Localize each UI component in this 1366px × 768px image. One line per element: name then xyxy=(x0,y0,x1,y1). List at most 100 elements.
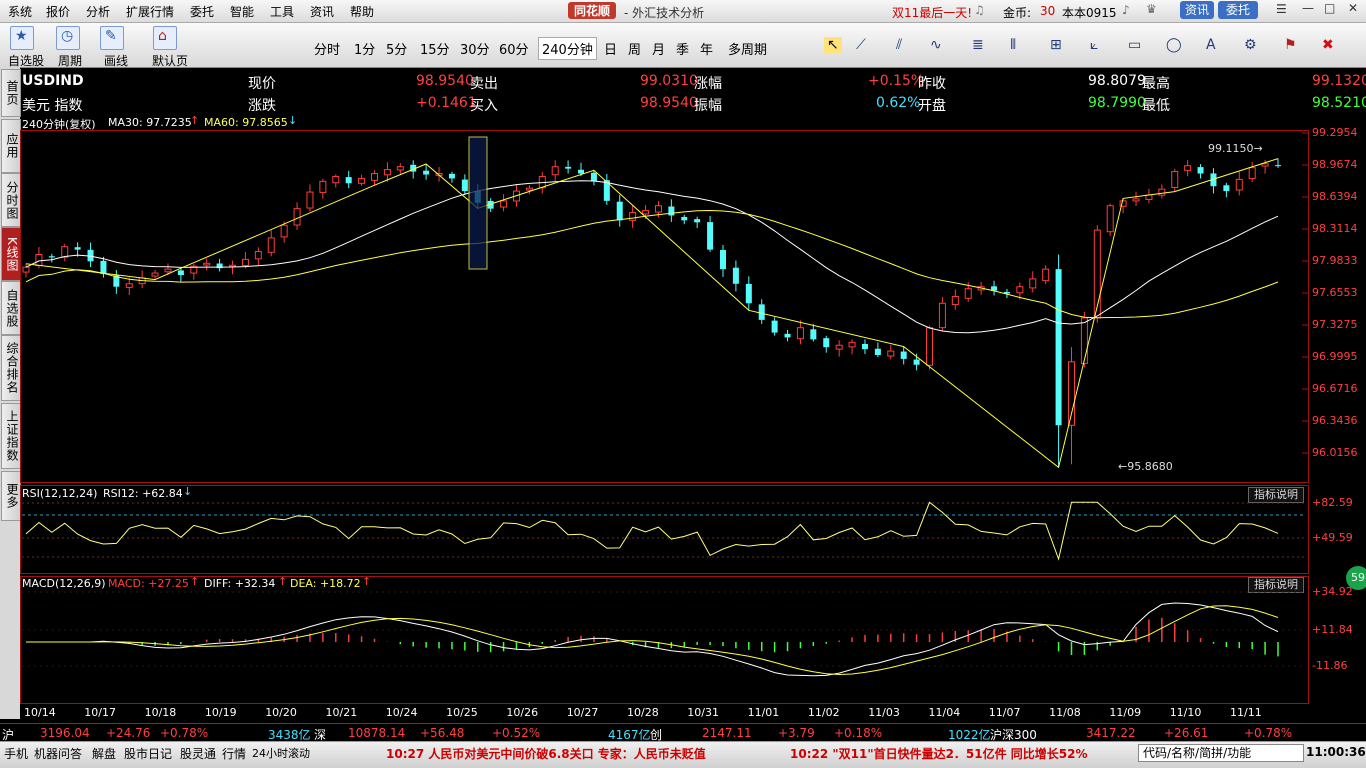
menu-info[interactable]: 资讯 xyxy=(310,3,334,20)
maximize-icon[interactable]: □ xyxy=(1324,1,1335,15)
period-year[interactable]: 年 xyxy=(700,39,713,58)
line-tool-icon[interactable]: ⟋ xyxy=(856,37,866,53)
text-tool-icon[interactable]: A xyxy=(1206,37,1216,53)
info-button[interactable]: 资讯 xyxy=(1180,1,1214,19)
wave-tool-icon[interactable]: ∿ xyxy=(930,37,942,53)
date-tick-label: 10/20 xyxy=(265,706,297,719)
candle-body xyxy=(745,283,752,304)
status-24h[interactable]: 24小时滚动 xyxy=(252,745,310,761)
menu-trade[interactable]: 委托 xyxy=(190,3,214,20)
price-tick-label: 97.6553 xyxy=(1312,286,1358,300)
tab-more[interactable]: 更多 xyxy=(1,471,21,521)
period-240m[interactable]: 240分钟 xyxy=(538,37,597,60)
price-tick-label: 96.6716 xyxy=(1312,381,1358,395)
period-day[interactable]: 日 xyxy=(604,39,617,58)
close-icon[interactable]: ✕ xyxy=(1348,1,1358,15)
cursor-icon[interactable]: ↖ xyxy=(824,37,842,53)
period-multi[interactable]: 多周期 xyxy=(728,39,767,58)
tab-home[interactable]: 首页 xyxy=(1,69,21,117)
date-tick-label: 11/11 xyxy=(1230,706,1262,719)
period-tick[interactable]: 分时 xyxy=(314,39,340,58)
delete-icon[interactable]: ✖ xyxy=(1322,37,1334,53)
tab-ranking[interactable]: 综合排名 xyxy=(1,335,21,401)
tab-timeshare[interactable]: 分时图 xyxy=(1,173,21,227)
period-quarter[interactable]: 季 xyxy=(676,39,689,58)
status-analysis[interactable]: 解盘 xyxy=(92,745,116,762)
date-tick-label: 11/10 xyxy=(1169,706,1202,719)
period-30m[interactable]: 30分 xyxy=(460,39,490,58)
status-diary[interactable]: 股市日记 xyxy=(124,745,172,762)
date-tick-label: 11/09 xyxy=(1109,706,1142,719)
star-icon[interactable]: ★ xyxy=(10,26,34,50)
circle-tool-icon[interactable]: ◯ xyxy=(1166,37,1182,53)
price-tick-label: 98.3114 xyxy=(1312,222,1358,235)
period-month[interactable]: 月 xyxy=(652,39,665,58)
menu-extended[interactable]: 扩展行情 xyxy=(126,3,174,20)
period-week[interactable]: 周 xyxy=(628,39,641,58)
news-item-1[interactable]: 10:27 人民币对美元中间价破6.8关口 专家：人民币未贬值 xyxy=(386,745,706,762)
rect-tool-icon[interactable]: ▭ xyxy=(1128,37,1141,53)
draw-line-button[interactable]: 画线 xyxy=(104,52,128,69)
date-tick-label: 11/08 xyxy=(1049,706,1081,719)
trade-button[interactable]: 委托 xyxy=(1218,1,1258,19)
default-page-button[interactable]: 默认页 xyxy=(152,52,188,69)
ticker-item: 3196.04 xyxy=(40,726,90,740)
buy-label: 买入 xyxy=(470,98,498,114)
notification-bubble[interactable]: 59 xyxy=(1346,566,1366,590)
kline-chart[interactable]: 99.1150→ ←95.8680 xyxy=(20,130,1310,705)
tab-apps[interactable]: 应用 xyxy=(1,119,21,173)
date-tick-label: 10/17 xyxy=(84,706,116,719)
status-market[interactable]: 行情 xyxy=(222,745,246,762)
bars-tool-icon[interactable]: ⦀ xyxy=(1010,37,1016,53)
candle-body xyxy=(616,201,623,221)
candle-body xyxy=(926,327,934,366)
shirt-icon[interactable]: ♛ xyxy=(1146,2,1157,16)
status-linktong[interactable]: 股灵通 xyxy=(180,745,216,762)
amp-label: 振幅 xyxy=(694,98,722,114)
menu-system[interactable]: 系统 xyxy=(8,3,32,20)
bell-icon[interactable]: ♫ xyxy=(974,3,985,17)
status-qa[interactable]: 机器问答 xyxy=(34,745,82,762)
promo-link[interactable]: 双11最后一天! xyxy=(892,4,972,21)
rsi-panel-frame xyxy=(20,485,1309,574)
menu-tools[interactable]: 工具 xyxy=(270,3,294,20)
angle-tool-icon[interactable]: ⟀ xyxy=(1090,37,1098,53)
user-name[interactable]: 本本0915 xyxy=(1062,4,1117,21)
minimize-icon[interactable]: — xyxy=(1302,1,1314,15)
period-5m[interactable]: 5分 xyxy=(386,39,407,58)
pen-icon[interactable]: ✎ xyxy=(100,26,124,50)
tab-watchlist[interactable]: 自选股 xyxy=(1,281,21,335)
candle-body xyxy=(423,170,430,175)
high-label: 最高 xyxy=(1142,76,1170,92)
menu-icon[interactable]: ☰ xyxy=(1276,2,1287,16)
period-60m[interactable]: 60分 xyxy=(499,39,529,58)
candle-body xyxy=(732,267,739,284)
search-input[interactable]: 代码/名称/简拼/功能 xyxy=(1138,744,1304,762)
bookmark-icon[interactable]: ⚑ xyxy=(1284,37,1297,53)
settings-icon[interactable]: ⚙ xyxy=(1244,37,1257,53)
candle-body xyxy=(590,172,597,182)
fib-tool-icon[interactable]: ≣ xyxy=(972,37,984,53)
menu-quote[interactable]: 报价 xyxy=(46,3,70,20)
parallel-tool-icon[interactable]: ⫽ xyxy=(896,37,902,53)
menu-help[interactable]: 帮助 xyxy=(350,3,374,20)
price-tick-label: 96.0156 xyxy=(1312,446,1358,459)
sell-label: 卖出 xyxy=(470,76,498,92)
grid-tool-icon[interactable]: ⊞ xyxy=(1050,37,1062,53)
period-15m[interactable]: 15分 xyxy=(420,39,450,58)
home-icon[interactable]: ⌂ xyxy=(153,26,177,50)
date-tick-label: 10/21 xyxy=(325,706,358,719)
bell-icon[interactable]: ♪ xyxy=(1122,3,1130,17)
clock-icon[interactable]: ◷ xyxy=(56,26,80,50)
period-button[interactable]: 周期 xyxy=(58,52,82,69)
tab-kline[interactable]: K线图 xyxy=(1,227,21,281)
candle-body xyxy=(280,224,288,238)
candle-body xyxy=(771,320,778,333)
menu-smart[interactable]: 智能 xyxy=(230,3,254,20)
menu-analysis[interactable]: 分析 xyxy=(86,3,110,20)
candle-body xyxy=(319,180,327,193)
status-mobile[interactable]: 手机 xyxy=(4,745,28,762)
tab-shindex[interactable]: 上证指数 xyxy=(1,403,21,469)
period-1m[interactable]: 1分 xyxy=(354,39,375,58)
news-item-2[interactable]: 10:22 "双11"首日快件量达2．51亿件 同比增长52% xyxy=(790,745,1088,762)
